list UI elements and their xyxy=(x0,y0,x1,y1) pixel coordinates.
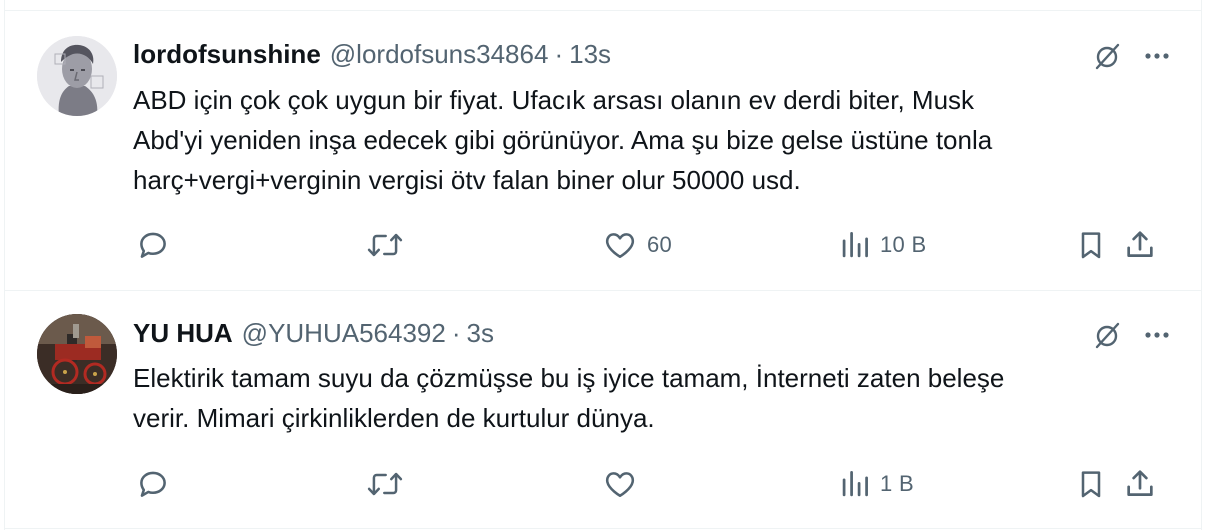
bookmark-icon xyxy=(1081,232,1101,259)
like-count: 60 xyxy=(647,232,673,257)
tweet-text: ABD için çok çok uygun bir fiyat. Ufacık… xyxy=(133,85,993,195)
heart-icon xyxy=(605,472,635,498)
user-handle[interactable]: @lordofsuns34864 xyxy=(330,37,549,71)
tweet[interactable]: YU HUA @YUHUA564392 · 3s Elektirik tamam… xyxy=(4,292,1202,528)
divider xyxy=(4,290,1202,291)
tweet-text: Elektirik tamam suyu da çözmüşse bu iş i… xyxy=(133,363,1005,433)
share-button[interactable] xyxy=(1123,225,1157,265)
retweet-button[interactable] xyxy=(367,225,413,265)
retweet-icon xyxy=(367,233,403,257)
tweet-top-actions xyxy=(1092,320,1170,350)
heart-icon xyxy=(605,233,635,259)
tweet-actions: 1 B xyxy=(133,464,1173,504)
reply-icon xyxy=(140,232,166,258)
user-handle[interactable]: @YUHUA564392 xyxy=(242,316,446,350)
bookmark-icon xyxy=(1081,471,1101,498)
separator-dot: · xyxy=(451,318,461,348)
reply-button[interactable] xyxy=(136,225,180,265)
display-name[interactable]: lordofsunshine xyxy=(133,37,321,71)
tweet-feed: lordofsunshine @lordofsuns34864 · 13s AB… xyxy=(0,0,1210,530)
share-icon xyxy=(1127,231,1153,257)
tweet-top-actions xyxy=(1092,41,1170,71)
view-count: 1 B xyxy=(880,471,914,496)
tweet-header: lordofsunshine @lordofsuns34864 · 13s xyxy=(133,37,611,71)
timestamp[interactable]: 13s xyxy=(569,37,611,71)
avatar-image xyxy=(37,314,117,394)
grok-icon[interactable] xyxy=(1092,320,1122,350)
share-button[interactable] xyxy=(1123,464,1157,504)
display-name[interactable]: YU HUA xyxy=(133,316,233,350)
like-button[interactable]: 60 xyxy=(603,225,672,265)
more-icon[interactable] xyxy=(1144,331,1170,339)
like-button[interactable] xyxy=(603,464,647,504)
retweet-icon xyxy=(367,472,403,496)
share-icon xyxy=(1127,470,1153,496)
views-icon xyxy=(842,232,868,258)
timestamp[interactable]: 3s xyxy=(467,316,494,350)
bookmark-button[interactable] xyxy=(1075,225,1107,265)
retweet-button[interactable] xyxy=(367,464,413,504)
tweet-actions: 60 10 B xyxy=(133,225,1173,265)
reply-button[interactable] xyxy=(136,464,180,504)
view-count: 10 B xyxy=(880,232,927,257)
views-button[interactable]: 1 B xyxy=(840,464,914,504)
grok-icon[interactable] xyxy=(1092,41,1122,71)
avatar-image xyxy=(37,36,117,116)
tweet[interactable]: lordofsunshine @lordofsuns34864 · 13s AB… xyxy=(4,11,1202,290)
separator-dot: · xyxy=(554,39,564,69)
more-icon[interactable] xyxy=(1144,52,1170,60)
views-button[interactable]: 10 B xyxy=(840,225,926,265)
divider xyxy=(4,528,1202,529)
avatar[interactable] xyxy=(37,314,117,394)
avatar[interactable] xyxy=(37,36,117,116)
bookmark-button[interactable] xyxy=(1075,464,1107,504)
reply-icon xyxy=(140,471,166,497)
views-icon xyxy=(842,471,868,497)
tweet-header: YU HUA @YUHUA564392 · 3s xyxy=(133,316,494,350)
